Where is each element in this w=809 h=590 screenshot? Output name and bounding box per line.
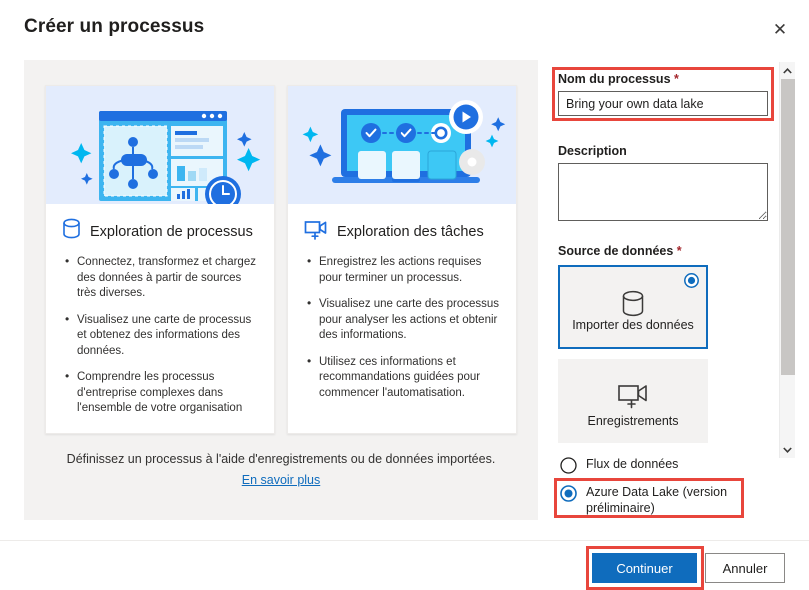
process-name-input[interactable] [558,91,768,116]
list-item: Visualisez une carte de processus et obt… [65,312,262,360]
source-tile-label: Importer des données [572,318,694,332]
source-tile-label: Enregistrements [587,414,679,428]
chevron-down-icon[interactable] [780,441,795,458]
description-label: Description [558,144,627,158]
info-card-bullets: Connectez, transformez et chargez des do… [58,254,262,417]
info-panel-footer-text: Définissez un processus à l'aide d'enreg… [66,452,496,466]
info-card-task-mining: Exploration des tâches Enregistrez les a… [287,85,517,434]
list-item: Comprendre les processus d'entreprise co… [65,369,262,417]
form-scrollbar[interactable] [779,62,795,458]
scrollbar-thumb[interactable] [781,79,795,375]
info-card-body: Exploration de processus Connectez, tran… [46,204,274,433]
info-card-title: Exploration des tâches [337,223,484,240]
video-camera-plus-icon [558,381,708,411]
required-asterisk: * [676,244,682,258]
process-name-label-text: Nom du processus [558,72,671,86]
list-item: Utilisez ces informations et recommandat… [307,354,504,402]
description-textarea[interactable] [558,163,768,221]
radio-selected-icon[interactable] [684,273,699,288]
cancel-button[interactable]: Annuler [705,553,785,583]
learn-more-link[interactable]: En savoir plus [242,473,321,487]
info-card-header: Exploration des tâches [300,218,504,245]
list-item: Connectez, transformez et chargez des do… [65,254,262,302]
video-camera-plus-icon [304,218,328,245]
footer-divider [0,540,809,541]
dialog-header: Créer un processus ✕ [0,0,809,58]
source-tile-import-data[interactable]: Importer des données [558,265,708,349]
radio-option-label: Flux de données [586,457,679,471]
info-cards-row: Exploration de processus Connectez, tran… [45,85,517,434]
continue-button[interactable]: Continuer [592,553,697,583]
source-tile-recordings[interactable]: Enregistrements [558,359,708,443]
close-icon[interactable]: ✕ [763,12,797,46]
info-panel: Exploration de processus Connectez, tran… [24,60,538,520]
create-process-dialog: Créer un processus ✕ Exploration de proc… [0,0,809,590]
radio-unselected-icon[interactable] [560,457,577,474]
data-source-label: Source de données * [558,244,682,258]
info-card-body: Exploration des tâches Enregistrez les a… [288,204,516,417]
info-card-bullets: Enregistrez les actions requises pour te… [300,254,504,402]
process-name-label: Nom du processus * [558,72,679,86]
chevron-up-icon[interactable] [780,62,795,79]
info-card-process-mining: Exploration de processus Connectez, tran… [45,85,275,434]
radio-option-label: Azure Data Lake (version préliminaire) [586,485,728,515]
task-mining-laptop-illustration [288,86,516,204]
info-panel-footer: Définissez un processus à l'aide d'enreg… [24,452,538,489]
data-source-label-text: Source de données [558,244,674,258]
list-item: Enregistrez les actions requises pour te… [307,254,504,286]
radio-option-azure-data-lake[interactable]: Azure Data Lake (version préliminaire) [560,484,745,516]
process-mining-dashboard-illustration [46,86,274,204]
page-title: Créer un processus [24,16,205,37]
form-panel: Nom du processus * Description Source de… [552,60,778,460]
radio-selected-icon[interactable] [560,485,577,502]
required-asterisk: * [674,72,679,86]
database-cylinder-icon [62,218,81,245]
database-cylinder-icon [560,289,706,319]
list-item: Visualisez une carte des processus pour … [307,296,504,344]
info-card-title: Exploration de processus [90,223,253,240]
info-card-header: Exploration de processus [58,218,262,245]
radio-option-dataflow[interactable]: Flux de données [560,456,760,474]
